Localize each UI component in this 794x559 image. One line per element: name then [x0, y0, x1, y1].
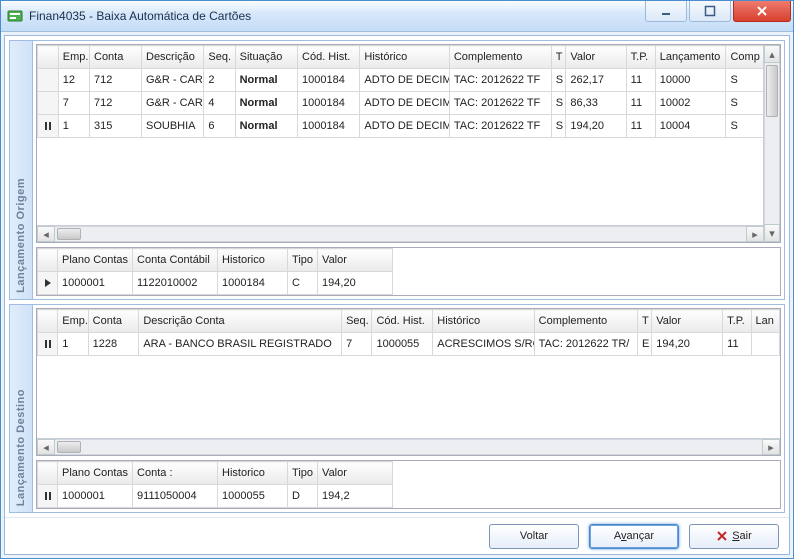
- table-row[interactable]: 12 712 G&R - CAR 2 Normal 1000184 ADTO D…: [38, 69, 764, 92]
- scroll-thumb[interactable]: [57, 441, 81, 453]
- col-t[interactable]: T: [638, 310, 652, 333]
- col-valor-d[interactable]: Valor: [318, 462, 393, 485]
- origem-table[interactable]: Emp. Conta Descrição Seq. Situação Cód. …: [37, 45, 764, 138]
- col-tp[interactable]: T.P.: [626, 46, 655, 69]
- col-tipo-d[interactable]: Tipo: [288, 462, 318, 485]
- scroll-left-icon[interactable]: ◂: [37, 439, 55, 455]
- table-row[interactable]: 7 712 G&R - CAR 4 Normal 1000184 ADTO DE…: [38, 92, 764, 115]
- destino-grid[interactable]: Emp. Conta Descrição Conta Seq. Cód. His…: [36, 308, 781, 456]
- next-button-label: Avançar: [614, 530, 654, 542]
- col-plano[interactable]: Plano Contas: [58, 462, 133, 485]
- col-descricao[interactable]: Descrição: [142, 46, 204, 69]
- row-indicator: [38, 92, 59, 115]
- col-comp[interactable]: Comp: [726, 46, 764, 69]
- col-seq[interactable]: Seq.: [204, 46, 235, 69]
- row-indicator-editing: [38, 115, 59, 138]
- scroll-right-icon[interactable]: ▸: [746, 226, 764, 242]
- destino-grid-hscrollbar[interactable]: ◂ ▸: [37, 438, 780, 455]
- col-complemento[interactable]: Complemento: [534, 310, 637, 333]
- side-tab-destino: Lançamento Destino: [10, 305, 33, 512]
- scroll-left-icon[interactable]: ◂: [37, 226, 55, 242]
- scroll-thumb[interactable]: [766, 65, 778, 117]
- origem-grid-vscrollbar[interactable]: ▴ ▾: [763, 45, 780, 242]
- col-tp[interactable]: T.P.: [723, 310, 751, 333]
- col-valor[interactable]: Valor: [652, 310, 723, 333]
- titlebar[interactable]: Finan4035 - Baixa Automática de Cartões: [1, 1, 793, 32]
- back-button[interactable]: Voltar: [489, 524, 579, 549]
- client-area: Lançamento Origem: [4, 35, 790, 555]
- scroll-right-icon[interactable]: ▸: [762, 439, 780, 455]
- table-row[interactable]: 1000001 1122010002 1000184 C 194,20: [38, 272, 393, 295]
- col-emp[interactable]: Emp.: [58, 310, 88, 333]
- scroll-down-icon[interactable]: ▾: [764, 224, 780, 242]
- exit-button[interactable]: Sair: [689, 524, 779, 549]
- col-conta-d[interactable]: Conta :: [133, 462, 218, 485]
- col-historico[interactable]: Histórico: [433, 310, 534, 333]
- row-indicator-editing: [38, 485, 58, 508]
- col-emp[interactable]: Emp.: [58, 46, 89, 69]
- app-icon: [7, 8, 23, 24]
- window-title: Finan4035 - Baixa Automática de Cartões: [29, 9, 251, 23]
- col-conta[interactable]: Conta: [90, 46, 142, 69]
- destino-detail-grid[interactable]: Plano Contas Conta : Historico Tipo Valo…: [36, 460, 781, 509]
- col-descricao[interactable]: Descrição Conta: [139, 310, 342, 333]
- side-tab-destino-label: Lançamento Destino: [15, 389, 27, 506]
- origem-grid[interactable]: Emp. Conta Descrição Seq. Situação Cód. …: [36, 44, 781, 243]
- close-icon: [716, 530, 728, 542]
- col-seq[interactable]: Seq.: [342, 310, 372, 333]
- col-codhist[interactable]: Cód. Hist.: [298, 46, 360, 69]
- next-button[interactable]: Avançar: [589, 524, 679, 549]
- origem-grid-hscrollbar[interactable]: ◂ ▸: [37, 225, 764, 242]
- col-complemento[interactable]: Complemento: [449, 46, 551, 69]
- close-button[interactable]: [733, 1, 791, 22]
- destino-table[interactable]: Emp. Conta Descrição Conta Seq. Cód. His…: [37, 309, 780, 356]
- origem-header-row: Emp. Conta Descrição Seq. Situação Cód. …: [38, 46, 764, 69]
- table-row[interactable]: 1000001 9111050004 1000055 D 194,2: [38, 485, 393, 508]
- col-tipo[interactable]: Tipo: [288, 249, 318, 272]
- groupbox-origem: Lançamento Origem: [9, 40, 785, 300]
- col-indicator: [38, 46, 59, 69]
- origem-detail-grid[interactable]: Plano Contas Conta Contábil Historico Ti…: [36, 247, 781, 296]
- col-historico2[interactable]: Historico: [218, 249, 288, 272]
- table-row[interactable]: 1 1228 ARA - BANCO BRASIL REGISTRADO 7 1…: [38, 333, 780, 356]
- row-indicator: [38, 69, 59, 92]
- back-button-label: Voltar: [520, 530, 548, 542]
- exit-button-label: Sair: [732, 530, 752, 542]
- col-historico[interactable]: Histórico: [360, 46, 449, 69]
- col-plano[interactable]: Plano Contas: [58, 249, 133, 272]
- col-situacao[interactable]: Situação: [235, 46, 297, 69]
- col-lancamento[interactable]: Lançamento: [655, 46, 726, 69]
- maximize-button[interactable]: [689, 1, 731, 22]
- scroll-up-icon[interactable]: ▴: [764, 45, 780, 63]
- app-window: Finan4035 - Baixa Automática de Cartões …: [0, 0, 794, 559]
- col-valor2[interactable]: Valor: [318, 249, 393, 272]
- button-bar: Voltar Avançar Sair: [5, 517, 789, 554]
- row-indicator-editing: [38, 333, 58, 356]
- minimize-button[interactable]: [645, 1, 687, 22]
- col-conta[interactable]: Conta: [88, 310, 139, 333]
- col-historico-d[interactable]: Historico: [218, 462, 288, 485]
- table-row[interactable]: 1 315 SOUBHIA 6 Normal 1000184 ADTO DE D…: [38, 115, 764, 138]
- col-valor[interactable]: Valor: [566, 46, 626, 69]
- side-tab-origem-label: Lançamento Origem: [15, 178, 27, 293]
- side-tab-origem: Lançamento Origem: [10, 41, 33, 299]
- col-t[interactable]: T: [551, 46, 566, 69]
- groupbox-destino: Lançamento Destino: [9, 304, 785, 513]
- col-lan[interactable]: Lan: [751, 310, 779, 333]
- col-codhist[interactable]: Cód. Hist.: [372, 310, 433, 333]
- col-conta-cont[interactable]: Conta Contábil: [133, 249, 218, 272]
- scroll-thumb[interactable]: [57, 228, 81, 240]
- row-indicator-current: [38, 272, 58, 295]
